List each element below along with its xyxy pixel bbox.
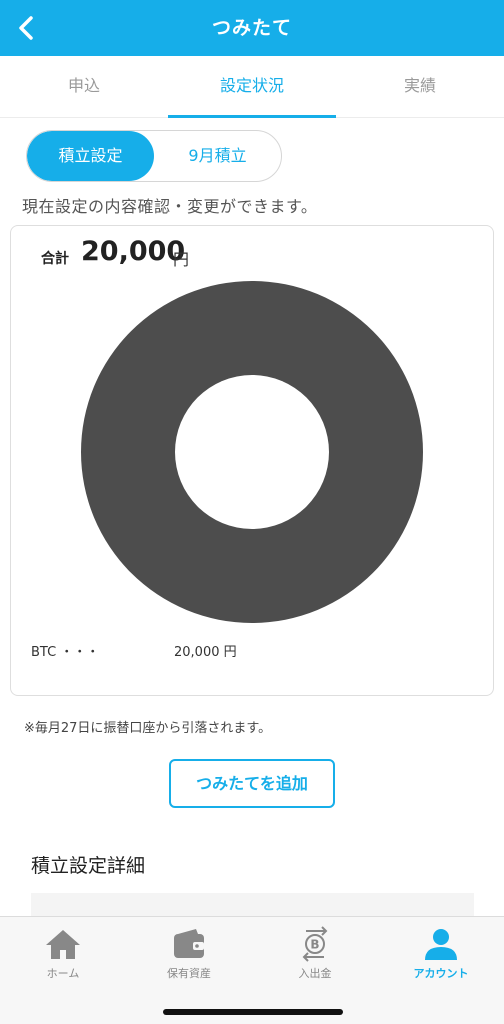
nav-item-home[interactable]: ホーム (0, 925, 126, 987)
legend-item-amount: 20,000 円 (174, 645, 237, 660)
nav-label-assets: 保有資産 (167, 967, 211, 980)
page-title: つみたて (211, 17, 292, 39)
details-header-row (31, 893, 474, 917)
total-label: 合計 (41, 251, 69, 267)
segment-accumulation-settings[interactable]: 積立設定 (27, 131, 154, 181)
bottom-nav: ホーム 保有資産 B 入出金 アカウント (0, 916, 504, 1024)
total-unit: 円 (173, 250, 190, 269)
home-icon (46, 930, 80, 959)
legend-item-name: BTC ・・・ (31, 645, 100, 660)
app-header: つみたて (0, 0, 504, 56)
total-value: 20,000 (81, 236, 186, 267)
debit-note: ※毎月27日に振替口座から引落されます。 (24, 721, 272, 736)
nav-item-assets[interactable]: 保有資産 (126, 925, 252, 987)
add-accumulation-button[interactable]: つみたてを追加 (169, 759, 335, 808)
donut-slice-btc (81, 281, 423, 623)
nav-item-deposit-withdraw[interactable]: B 入出金 (252, 925, 378, 987)
summary-card: 合計 20,000 円 BTC ・・・ 20,000 円 (10, 225, 494, 696)
description-text: 現在設定の内容確認・変更ができます。 (22, 197, 318, 216)
nav-label-deposit-withdraw: 入出金 (298, 967, 332, 980)
nav-item-account[interactable]: アカウント (378, 925, 504, 987)
tab-settings-status[interactable]: 設定状況 (168, 56, 336, 118)
user-icon (425, 929, 457, 960)
section-title-details: 積立設定詳細 (31, 855, 146, 877)
tab-bar: 申込 設定状況 実績 (0, 56, 504, 118)
bitcoin-transfer-icon: B (302, 926, 328, 962)
tab-apply[interactable]: 申込 (0, 56, 168, 117)
tab-results[interactable]: 実績 (336, 56, 504, 117)
svg-text:B: B (310, 938, 319, 952)
home-indicator (163, 1009, 343, 1015)
wallet-icon (174, 929, 204, 958)
nav-label-account: アカウント (413, 967, 469, 980)
segment-september-accumulation[interactable]: 9月積立 (154, 131, 281, 181)
segment-control: 積立設定 9月積立 (26, 130, 282, 182)
nav-label-home: ホーム (46, 967, 80, 980)
donut-chart (81, 281, 423, 623)
